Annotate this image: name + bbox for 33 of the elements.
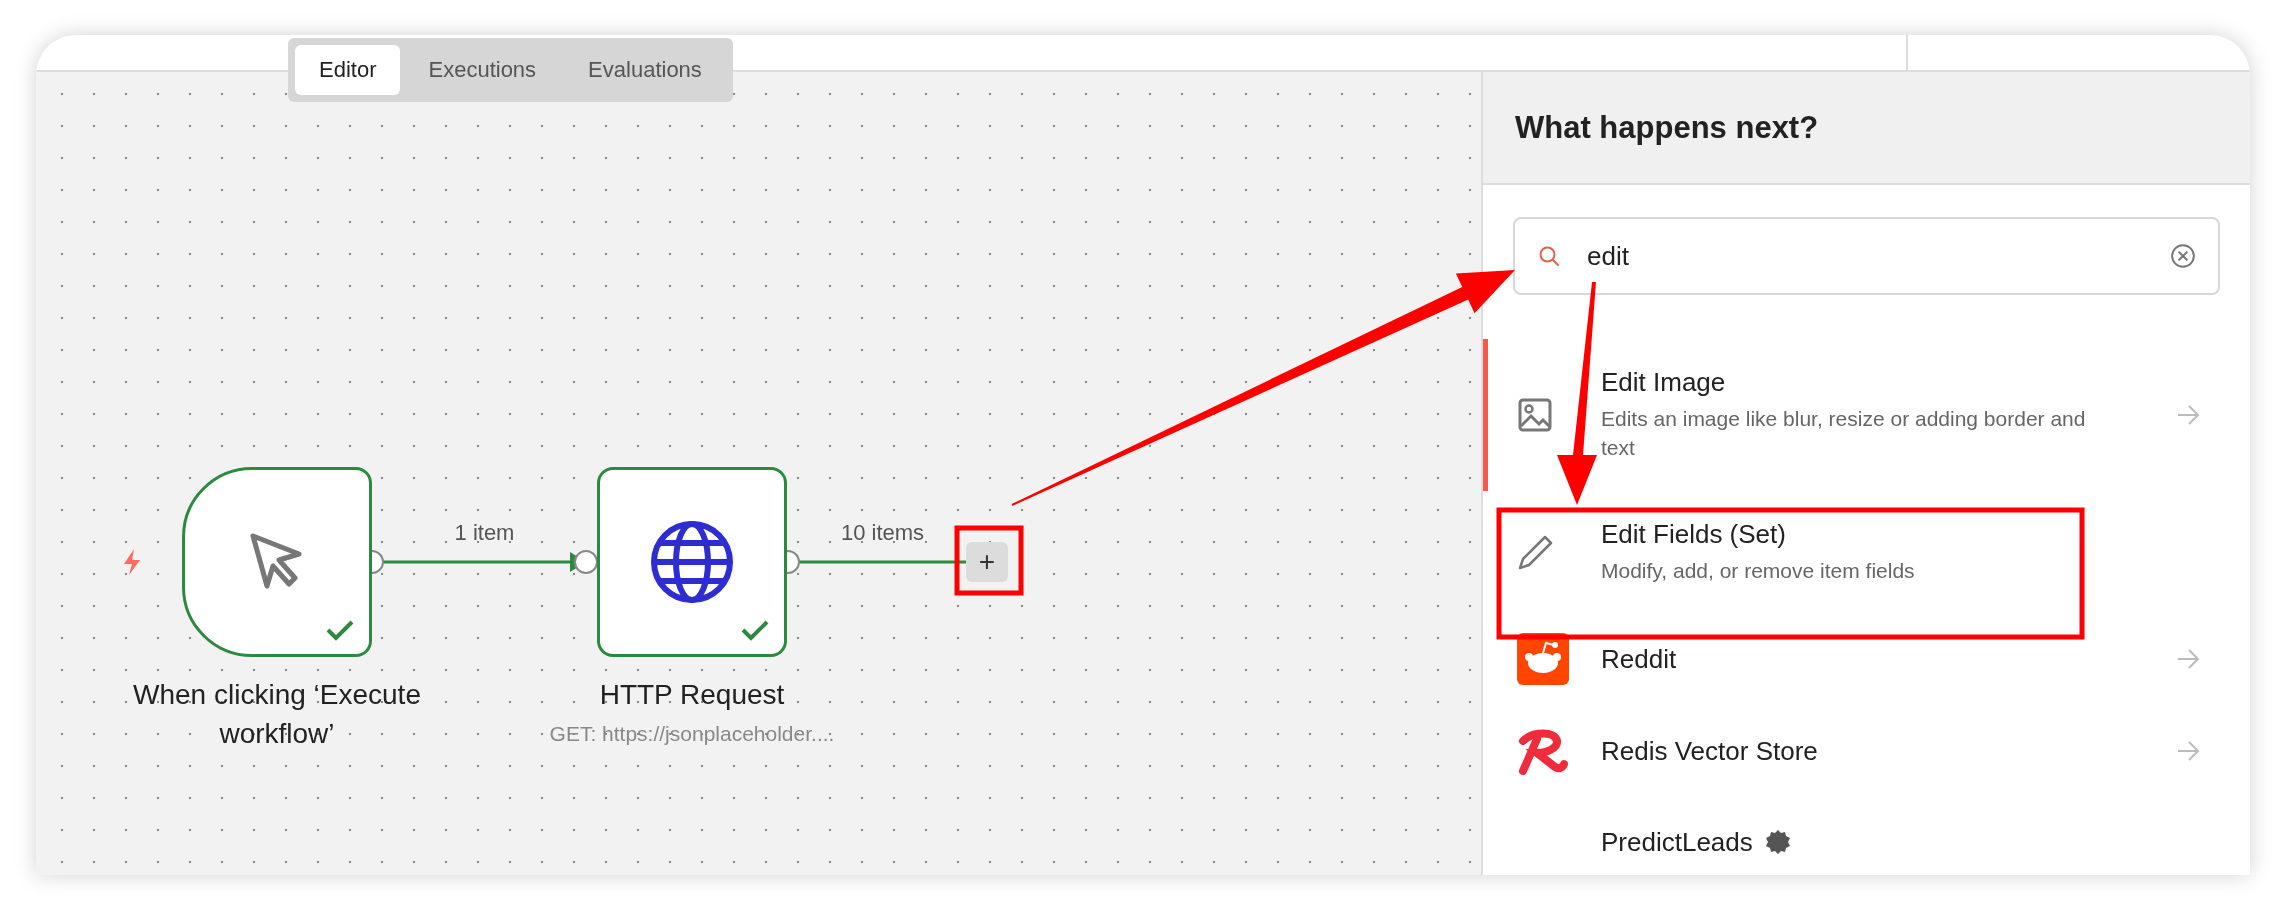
workflow-node[interactable] bbox=[597, 467, 787, 657]
connection-label: 10 items bbox=[839, 520, 926, 546]
tab[interactable]: Executions bbox=[404, 45, 561, 95]
image-icon bbox=[1517, 396, 1553, 433]
result-title: PredictLeads bbox=[1601, 826, 1753, 858]
tab[interactable]: Evaluations bbox=[564, 45, 726, 95]
result-title: Edit Fields (Set) bbox=[1601, 518, 1786, 550]
node-label: When clicking ‘Execute workflow’ bbox=[132, 678, 422, 752]
check-icon bbox=[740, 618, 770, 642]
result-description: Modify, add, or remove item fields bbox=[1601, 557, 1916, 584]
highlight-frame bbox=[954, 525, 1024, 596]
connection-label: 1 item bbox=[453, 520, 516, 546]
result-title: Redis Vector Store bbox=[1601, 735, 1818, 767]
node-result-item[interactable]: PredictLeads bbox=[1483, 797, 2250, 875]
result-title: Edit Image bbox=[1601, 367, 1726, 398]
connector-handle bbox=[574, 550, 598, 574]
result-title: Reddit bbox=[1601, 643, 1677, 675]
result-description: Edits an image like blur, resize or adding border and text bbox=[1601, 406, 2087, 462]
panel-title: What happens next? bbox=[1515, 109, 1819, 146]
node-result-item[interactable]: Edit Fields (Set) Modify, add, or remove item fields bbox=[1483, 490, 2250, 614]
add-node-button[interactable]: + bbox=[966, 542, 1008, 582]
check-icon bbox=[325, 618, 355, 642]
search-icon bbox=[1537, 244, 1561, 268]
verified-badge-icon bbox=[1764, 829, 1791, 856]
workflow-node[interactable] bbox=[182, 467, 372, 657]
node-label: HTTP Request bbox=[598, 678, 786, 712]
tab[interactable]: Editor bbox=[295, 45, 401, 95]
node-result-item[interactable]: Redis Vector Store bbox=[1483, 705, 2250, 798]
node-subtitle: GET: https://jsonplaceholder.... bbox=[549, 722, 835, 747]
globe-icon bbox=[649, 519, 735, 605]
search-field[interactable]: edit bbox=[1513, 217, 2220, 295]
clear-icon[interactable] bbox=[2170, 243, 2196, 269]
node-result-item[interactable]: Reddit bbox=[1483, 613, 2250, 706]
